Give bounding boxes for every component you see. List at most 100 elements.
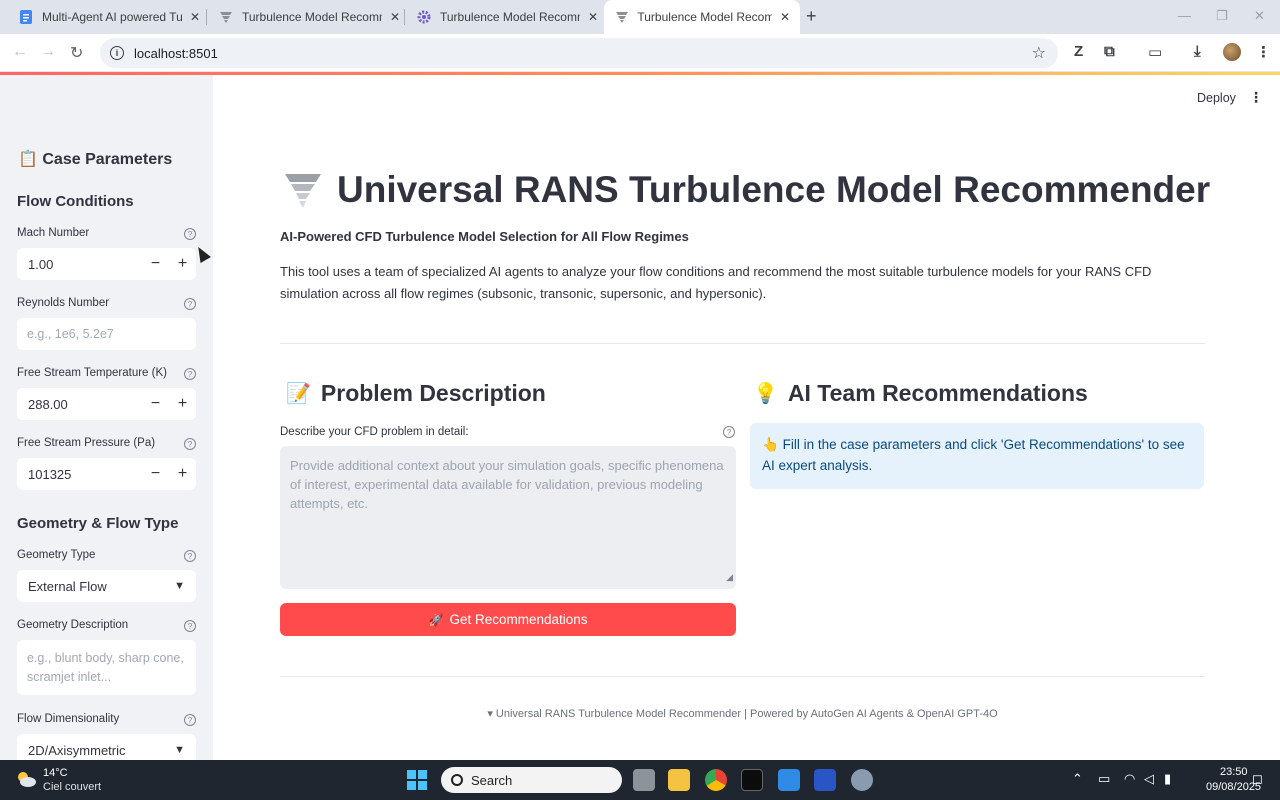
chevron-up-icon[interactable]: ⌃ [1072,771,1083,787]
close-icon[interactable]: ✕ [190,10,200,24]
help-icon[interactable]: ? [184,298,196,310]
problem-description-textarea[interactable]: Provide additional context about your si… [280,446,736,589]
mach-number-input[interactable]: 1.00 − + [17,248,196,280]
geometry-description-textarea[interactable]: e.g., blunt body, sharp cone, scramjet i… [17,640,196,695]
deploy-button[interactable]: Deploy [1197,91,1236,105]
wifi-icon[interactable]: ◠ [1124,771,1135,787]
problem-heading-text: Problem Description [320,380,546,406]
close-icon[interactable]: ✕ [588,10,598,24]
bookmark-star-icon[interactable]: ☆ [1032,43,1046,63]
browser-tab[interactable]: Multi-Agent AI powered Turbul ✕ [8,0,210,34]
tornado-icon [218,9,234,25]
restore-icon[interactable]: ❐ [1216,8,1228,24]
new-tab-icon[interactable]: + [806,6,817,27]
divider [280,676,1205,677]
weather-description: Ciel couvert [43,781,102,793]
mach-value[interactable]: 1.00 [28,257,142,272]
vscode-icon[interactable] [778,769,800,791]
lightbulb-icon: 💡 [753,383,778,405]
profile-avatar[interactable] [1223,43,1241,61]
extensions-puzzle-icon[interactable]: ⧉ [1104,43,1115,60]
chevron-down-icon: ▼ [174,744,185,756]
help-icon[interactable]: ? [184,714,196,726]
close-icon[interactable]: ✕ [390,10,400,24]
pressure-value[interactable]: 101325 [28,467,142,482]
minimize-icon[interactable]: — [1178,8,1191,23]
dimensionality-label: Flow Dimensionality [17,713,120,725]
geometry-type-select[interactable]: External Flow ▼ [17,570,196,602]
increment-button[interactable]: + [169,395,196,413]
download-icon[interactable]: ⤓ [1194,43,1201,60]
decrement-button[interactable]: − [142,395,169,413]
cloudy-weather-icon[interactable] [15,768,37,790]
increment-button[interactable]: + [169,255,196,273]
docs-icon [18,9,34,25]
help-icon[interactable]: ? [184,550,196,562]
rocket-icon: 🚀 [428,612,444,627]
resize-handle-icon[interactable]: ◢ [726,568,733,587]
notification-icon[interactable]: ◻ [1252,771,1263,787]
forward-icon[interactable]: → [40,43,56,61]
clock-time[interactable]: 23:50 [1220,766,1248,778]
decrement-button[interactable]: − [142,255,169,273]
task-view-icon[interactable] [633,769,655,791]
sidebar-title: 📋 Case Parameters [18,149,172,169]
close-icon[interactable]: ✕ [780,10,790,24]
decrement-button[interactable]: − [142,465,169,483]
help-icon[interactable]: ? [184,228,196,240]
chrome-icon[interactable] [705,769,727,791]
help-icon[interactable]: ? [184,368,196,380]
weather-temperature: 14°C [43,767,68,779]
pointing-hand-icon: 👆 [762,437,779,452]
dimensionality-select[interactable]: 2D/Axisymmetric ▼ [17,734,196,760]
geometry-heading: Geometry & Flow Type [17,515,179,532]
window-close-icon[interactable]: ✕ [1254,8,1265,24]
help-icon[interactable]: ? [184,438,196,450]
info-alert: 👆 Fill in the case parameters and click … [750,423,1204,489]
file-explorer-icon[interactable] [668,769,690,791]
temperature-value[interactable]: 288.00 [28,397,142,412]
terminal-icon[interactable] [741,769,763,791]
geometry-type-label: Geometry Type [17,549,96,561]
powershell-icon[interactable] [814,769,836,791]
temperature-input[interactable]: 288.00 − + [17,388,196,420]
info-text: Fill in the case parameters and click 'G… [762,437,1185,473]
get-recommendations-button[interactable]: 🚀 Get Recommendations [280,603,736,636]
back-icon[interactable]: ← [12,43,28,61]
memo-icon: 📝 [286,383,311,405]
tab-divider [206,9,207,25]
reynolds-number-input[interactable]: e.g., 1e6, 5.2e7 [17,318,196,350]
reload-icon[interactable]: ↻ [70,43,83,63]
browser-menu-icon[interactable]: ⋮ [1256,43,1271,61]
help-icon[interactable]: ? [184,620,196,632]
taskbar-search[interactable]: Search [441,767,622,793]
increment-button[interactable]: + [169,465,196,483]
main-content: Deploy ⋮ Universal RANS Turbulence Model… [213,75,1280,760]
gear-icon [416,9,432,25]
tornado-icon: ▾ [487,708,493,720]
mach-label: Mach Number [17,227,90,239]
main-menu-icon[interactable]: ⋮ [1249,89,1263,106]
extension-z-icon[interactable]: Z [1074,43,1083,60]
divider [280,343,1205,344]
battery-icon[interactable]: ▮ [1164,771,1171,787]
settings-gear-icon[interactable] [851,769,873,791]
volume-icon[interactable]: ◁ [1144,771,1154,787]
browser-tab[interactable]: Turbulence Model Recommend ✕ [406,0,608,34]
page-description: This tool uses a team of specialized AI … [280,264,1152,301]
help-icon[interactable]: ? [723,426,735,438]
dimensionality-value: 2D/Axisymmetric [28,742,126,758]
address-bar[interactable]: i localhost:8501 ☆ [100,38,1058,68]
browser-tab-active[interactable]: Turbulence Model Recommend ✕ [604,0,800,34]
browser-toolbar: ← → ↻ i localhost:8501 ☆ Z ⧉ ▭ ⤓ ⋮ [0,34,1280,72]
display-icon[interactable]: ▭ [1098,771,1110,787]
tab-divider [404,9,405,25]
browser-tab[interactable]: Turbulence Model Recommend ✕ [208,0,410,34]
windows-start-icon[interactable] [407,770,427,790]
site-info-icon[interactable]: i [110,46,124,60]
cast-icon[interactable]: ▭ [1148,43,1162,61]
pressure-input[interactable]: 101325 − + [17,458,196,490]
tab-title: Multi-Agent AI powered Turbul [42,10,182,24]
footer: ▾ Universal RANS Turbulence Model Recomm… [280,707,1205,720]
page-title: Universal RANS Turbulence Model Recommen… [283,169,1210,211]
